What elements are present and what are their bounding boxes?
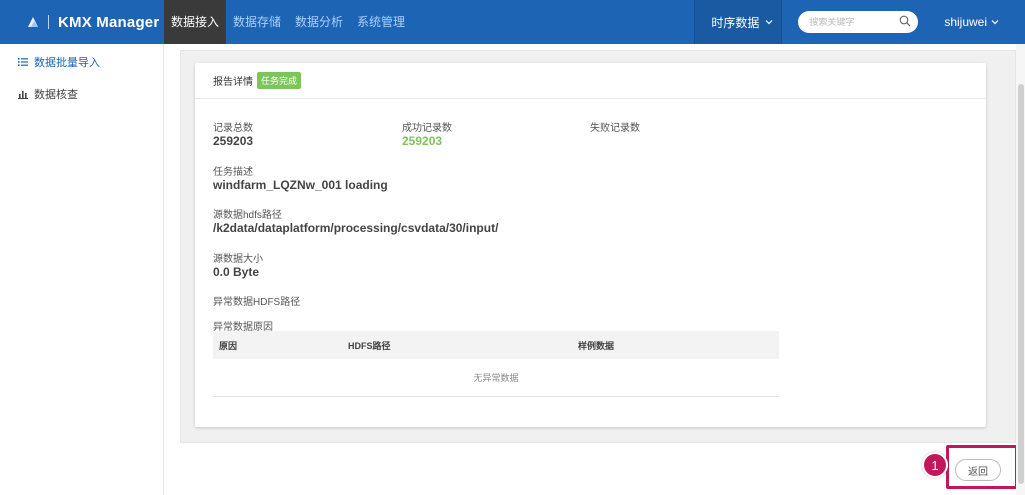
source-hdfs-value: /k2data/dataplatform/processing/csvdata/… [213, 221, 499, 235]
sidebar-item-data-check[interactable]: 数据核查 [0, 78, 163, 110]
kmx-logo-icon [26, 15, 40, 29]
sidebar-item-batch-import[interactable]: 数据批量导入 [0, 46, 163, 78]
nav-item-data-analysis[interactable]: 数据分析 [288, 0, 350, 44]
sidebar-item-label: 数据批量导入 [34, 57, 100, 69]
search-box [798, 11, 919, 33]
db-type-select-value: 时序数据 [711, 15, 760, 30]
brand[interactable]: KMX Manager [0, 0, 164, 44]
error-hdfs-label: 异常数据HDFS路径 [213, 297, 301, 308]
sidebar: 数据批量导入 数据核查 [0, 44, 164, 495]
brand-separator [48, 15, 49, 29]
main-nav: 数据接入 数据存储 数据分析 系统管理 [164, 0, 412, 44]
nav-item-system-admin[interactable]: 系统管理 [350, 0, 412, 44]
header-tools: 时序数据 shijuwei [694, 0, 1025, 44]
report-title: 报告详情 [213, 77, 253, 88]
source-hdfs-label: 源数据hdfs路径 [213, 210, 282, 221]
step-number-badge: 1 [922, 452, 948, 478]
back-button[interactable]: 返回 [955, 459, 1001, 481]
report-header: 报告详情 任务完成 [195, 63, 986, 99]
bar-chart-icon [18, 89, 28, 99]
task-desc-label: 任务描述 [213, 167, 253, 178]
total-records-label: 记录总数 [213, 123, 253, 134]
success-records-label: 成功记录数 [402, 123, 452, 134]
list-icon [18, 57, 28, 67]
user-menu[interactable]: shijuwei [944, 15, 999, 29]
column-header: 样例数据 [578, 340, 615, 351]
success-records-value: 259203 [402, 134, 443, 148]
nav-item-data-storage[interactable]: 数据存储 [226, 0, 288, 44]
total-records-value: 259203 [213, 134, 254, 148]
table-empty-message: 无异常数据 [213, 359, 779, 397]
app-title: KMX Manager [58, 13, 160, 31]
failed-records-label: 失败记录数 [590, 123, 640, 134]
column-header: 原因 [219, 340, 238, 351]
source-size-label: 源数据大小 [213, 254, 263, 265]
chevron-down-icon [765, 15, 773, 29]
search-input[interactable] [809, 17, 900, 27]
db-type-select[interactable]: 时序数据 [694, 0, 783, 44]
top-nav-bar: KMX Manager 数据接入 数据存储 数据分析 系统管理 时序数据 shi… [0, 0, 1025, 44]
chevron-down-icon [991, 15, 999, 29]
table-header: 原因 HDFS路径 样例数据 [213, 331, 779, 359]
source-size-value: 0.0 Byte [213, 265, 260, 279]
error-table: 原因 HDFS路径 样例数据 无异常数据 [213, 331, 779, 397]
report-card: 报告详情 任务完成 记录总数 259203 成功记录数 259203 失败记录数… [195, 63, 986, 427]
username: shijuwei [944, 15, 987, 29]
column-header: HDFS路径 [348, 340, 391, 351]
task-desc-value: windfarm_LQZNw_001 loading [213, 178, 388, 192]
scrollbar-thumb[interactable] [1018, 84, 1024, 484]
status-badge: 任务完成 [257, 72, 302, 89]
sidebar-item-label: 数据核查 [34, 89, 78, 101]
search-icon[interactable] [899, 15, 911, 30]
nav-item-data-ingest[interactable]: 数据接入 [164, 0, 227, 44]
